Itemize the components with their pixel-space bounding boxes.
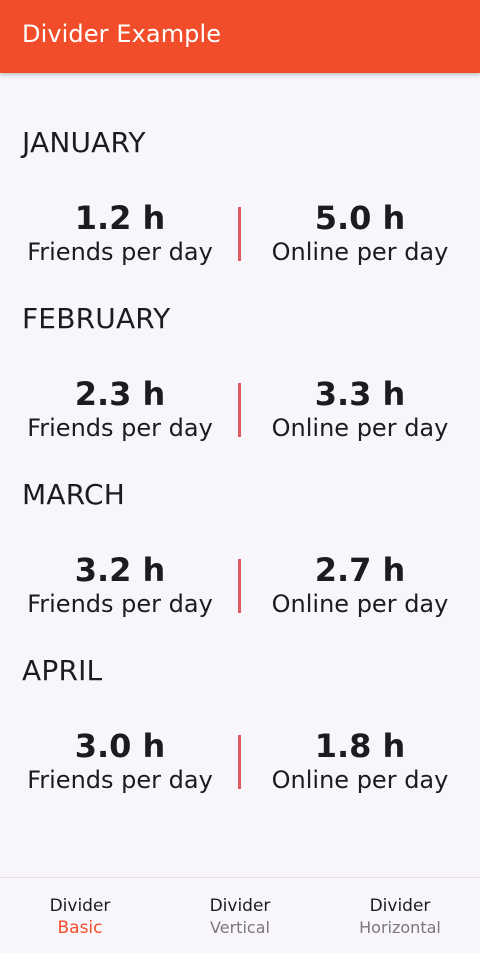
nav-item-horizontal[interactable]: Divider Horizontal [320, 878, 480, 953]
nav-item-title: Divider [209, 896, 271, 916]
friends-stat: 3.0 h Friends per day [0, 725, 240, 797]
month-heading: JANUARY [22, 126, 146, 159]
online-value: 5.0 h [314, 199, 406, 237]
month-section-march: MARCH 3.2 h Friends per day 2.7 h Online… [0, 425, 480, 618]
nav-item-vertical[interactable]: Divider Vertical [160, 878, 320, 953]
app-bar: Divider Example [0, 0, 480, 73]
nav-item-subtitle: Horizontal [359, 918, 441, 937]
nav-item-title: Divider [369, 896, 431, 916]
online-value: 2.7 h [314, 551, 406, 589]
online-stat: 1.8 h Online per day [240, 725, 480, 797]
month-heading: MARCH [22, 478, 125, 511]
page-title: Divider Example [22, 20, 222, 48]
friends-value: 1.2 h [74, 199, 166, 237]
month-heading: APRIL [22, 654, 103, 687]
month-heading: FEBRUARY [22, 302, 171, 335]
online-value: 3.3 h [314, 375, 406, 413]
friends-value: 3.0 h [74, 727, 166, 765]
nav-item-basic[interactable]: Divider Basic [0, 878, 160, 953]
month-section-april: APRIL 3.0 h Friends per day 1.8 h Online… [0, 601, 480, 794]
friends-label: Friends per day [27, 766, 213, 794]
main-content: JANUARY 1.2 h Friends per day 5.0 h Onli… [0, 73, 480, 877]
month-section-february: FEBRUARY 2.3 h Friends per day 3.3 h Onl… [0, 249, 480, 442]
nav-item-subtitle: Basic [57, 918, 103, 938]
app-root: Divider Example JANUARY 1.2 h Friends pe… [0, 0, 480, 953]
bottom-navigation: Divider Basic Divider Vertical Divider H… [0, 877, 480, 953]
nav-item-title: Divider [49, 896, 111, 916]
online-label: Online per day [271, 766, 449, 794]
online-value: 1.8 h [314, 727, 406, 765]
month-section-january: JANUARY 1.2 h Friends per day 5.0 h Onli… [0, 73, 480, 266]
nav-item-subtitle: Vertical [210, 918, 270, 937]
friends-value: 2.3 h [74, 375, 166, 413]
friends-value: 3.2 h [74, 551, 166, 589]
